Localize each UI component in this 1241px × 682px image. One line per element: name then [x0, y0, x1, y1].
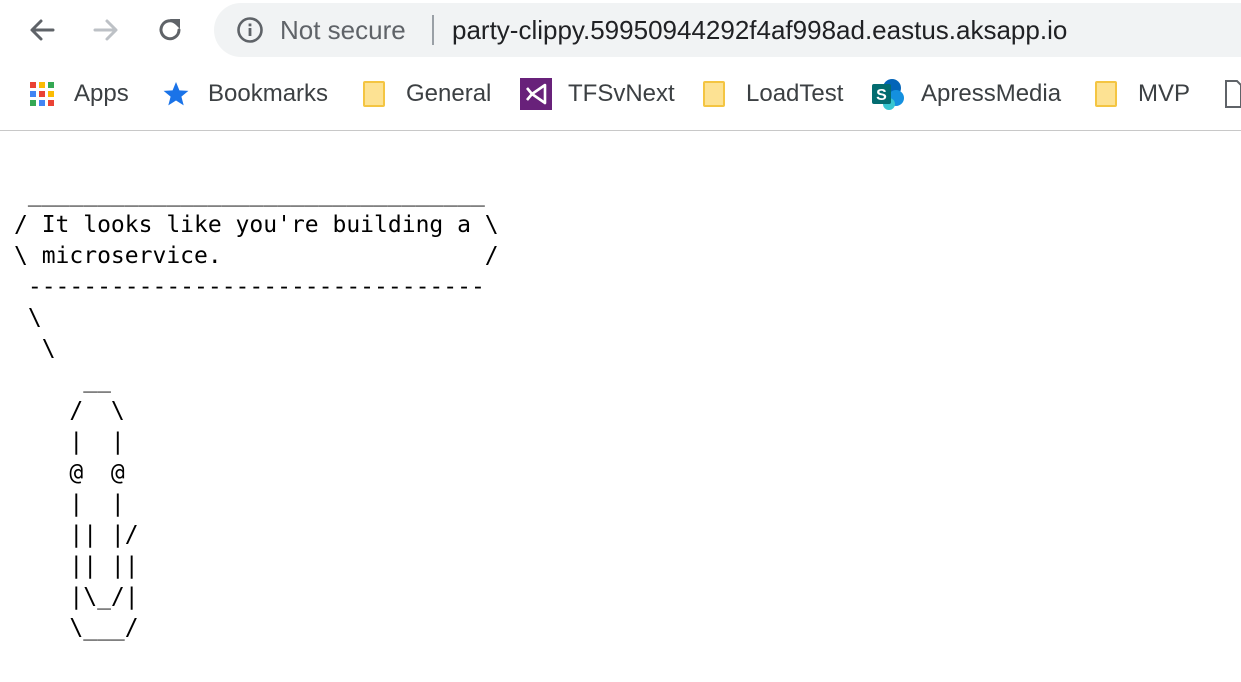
folder-icon: [1095, 81, 1117, 107]
bookmark-general[interactable]: General: [363, 76, 491, 112]
bookmark-apps[interactable]: Apps: [30, 76, 129, 112]
bookmark-loadtest[interactable]: LoadTest: [703, 76, 843, 112]
info-icon: [237, 17, 263, 43]
sharepoint-icon: S: [872, 79, 904, 110]
url-text[interactable]: party-clippy.59950944292f4af998ad.eastus…: [452, 3, 1067, 57]
reload-icon: [159, 19, 181, 41]
bookmark-label: Apps: [74, 80, 129, 107]
star-icon: [163, 82, 189, 106]
forward-arrow-icon: [93, 19, 118, 41]
visual-studio-icon: [520, 78, 552, 110]
bookmark-label: Bookmarks: [208, 80, 329, 107]
bookmark-label: General: [406, 80, 492, 107]
bookmarks-bar: Apps Bookmarks General TFSvNext LoadTest…: [0, 62, 1241, 131]
page-content: _________________________________ / It l…: [0, 131, 1241, 682]
omnibox-divider: [432, 15, 434, 45]
browser-toolbar: Not secure party-clippy.59950944292f4af9…: [0, 0, 1241, 62]
bookmark-label: TFSvNext: [568, 80, 675, 107]
bookmark-label: ApressMedia: [921, 80, 1062, 107]
svg-text:S: S: [876, 87, 887, 104]
page-icon: [1225, 80, 1241, 108]
not-secure-label: Not secure: [280, 14, 406, 45]
forward-button[interactable]: [86, 10, 126, 50]
clippy-ascii-art: _________________________________ / It l…: [14, 181, 499, 641]
bookmark-tfsvnext[interactable]: TFSvNext: [520, 76, 675, 112]
back-arrow-icon: [30, 19, 55, 41]
back-button[interactable]: [22, 10, 62, 50]
bookmark-label: MVP: [1138, 80, 1191, 107]
bookmark-overflow[interactable]: [1224, 76, 1241, 112]
reload-button[interactable]: [150, 10, 190, 50]
security-chip[interactable]: Not secure: [236, 3, 406, 57]
folder-icon: [363, 81, 385, 107]
apps-grid-icon: [30, 82, 54, 106]
bookmark-label: LoadTest: [746, 80, 844, 107]
bookmark-bookmarks[interactable]: Bookmarks: [162, 76, 328, 112]
bookmark-mvp[interactable]: MVP: [1095, 76, 1190, 112]
address-bar[interactable]: Not secure party-clippy.59950944292f4af9…: [214, 3, 1241, 57]
bookmark-apressmedia[interactable]: S ApressMedia: [871, 76, 1061, 112]
folder-icon: [703, 81, 725, 107]
